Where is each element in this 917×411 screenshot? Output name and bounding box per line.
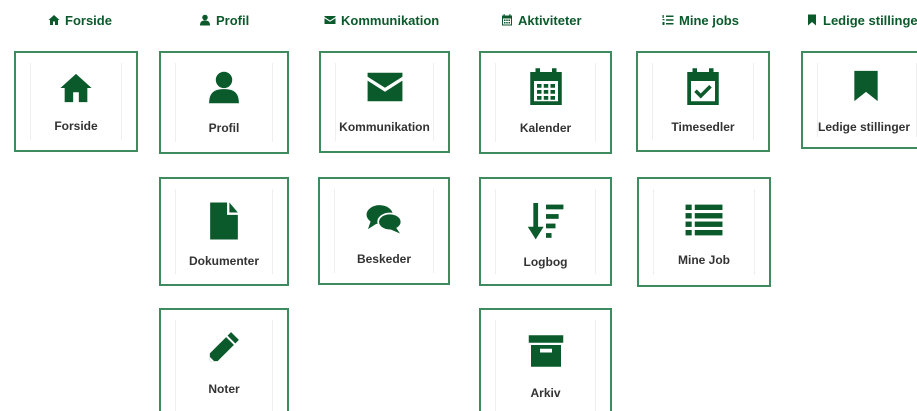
home-icon <box>58 71 94 105</box>
envelope-icon <box>324 16 336 24</box>
tile-label: Forside <box>54 119 98 133</box>
bookmark-icon <box>852 69 880 103</box>
nav-label: Profil <box>216 12 250 28</box>
tile-dokumenter[interactable]: Dokumenter <box>159 177 289 286</box>
tile-label: Logbog <box>523 255 568 269</box>
tile-ledige-stillinger[interactable]: Ledige stillinger <box>801 51 917 149</box>
nav-label: Aktiviteter <box>518 12 582 28</box>
tile-noter[interactable]: Noter <box>159 308 289 411</box>
nav-mine-jobs[interactable]: Mine jobs <box>662 11 739 29</box>
envelope-icon <box>366 71 404 103</box>
tile-arkiv[interactable]: Arkiv <box>479 308 612 411</box>
tile-mine-job[interactable]: Mine Job <box>637 177 771 287</box>
tile-label: Dokumenter <box>188 254 259 268</box>
archive-icon <box>528 334 564 368</box>
pencil-icon <box>207 330 241 364</box>
comments-icon <box>364 203 404 235</box>
user-icon <box>207 69 241 105</box>
nav-label: Kommunikation <box>341 12 440 28</box>
tile-label: Mine Job <box>677 253 730 267</box>
tile-kommunikation[interactable]: Kommunikation <box>319 51 450 153</box>
list-ordered-icon <box>662 15 674 25</box>
nav-label: Forside <box>65 12 112 28</box>
tile-beskeder[interactable]: Beskeder <box>318 177 450 285</box>
tile-timesedler[interactable]: Timesedler <box>636 51 770 152</box>
calendar-icon <box>502 14 512 26</box>
calendar-check-icon <box>685 67 721 107</box>
sort-amount-icon <box>527 201 565 243</box>
user-icon <box>200 14 210 26</box>
tile-profil[interactable]: Profil <box>159 51 289 154</box>
tile-label: Ledige stillinger <box>818 120 911 134</box>
tile-label: Kommunikation <box>339 120 430 134</box>
home-icon <box>48 15 60 25</box>
nav-kommunikation[interactable]: Kommunikation <box>324 11 439 29</box>
tile-label: Kalender <box>519 121 572 135</box>
nav-label: Ledige stillinger <box>823 12 917 28</box>
bookmark-icon <box>808 14 816 26</box>
tile-label: Arkiv <box>530 386 561 400</box>
nav-profil[interactable]: Profil <box>199 11 249 29</box>
nav-ledige-stillinger[interactable]: Ledige stillinger <box>806 11 917 29</box>
nav-forside[interactable]: Forside <box>48 11 112 29</box>
tile-logbog[interactable]: Logbog <box>479 177 612 286</box>
tile-label: Noter <box>208 382 240 396</box>
top-navigation: Forside Profil Kommunikation Aktiviteter… <box>0 0 917 40</box>
tile-label: Timesedler <box>671 120 735 134</box>
tile-label: Profil <box>208 121 240 135</box>
tile-forside[interactable]: Forside <box>14 51 138 152</box>
list-icon <box>684 203 724 237</box>
calendar-icon <box>528 67 564 107</box>
tile-label: Beskeder <box>356 252 412 266</box>
tile-kalender[interactable]: Kalender <box>479 51 612 154</box>
file-icon <box>208 201 240 241</box>
nav-label: Mine jobs <box>679 12 739 28</box>
nav-aktiviteter[interactable]: Aktiviteter <box>501 11 582 29</box>
